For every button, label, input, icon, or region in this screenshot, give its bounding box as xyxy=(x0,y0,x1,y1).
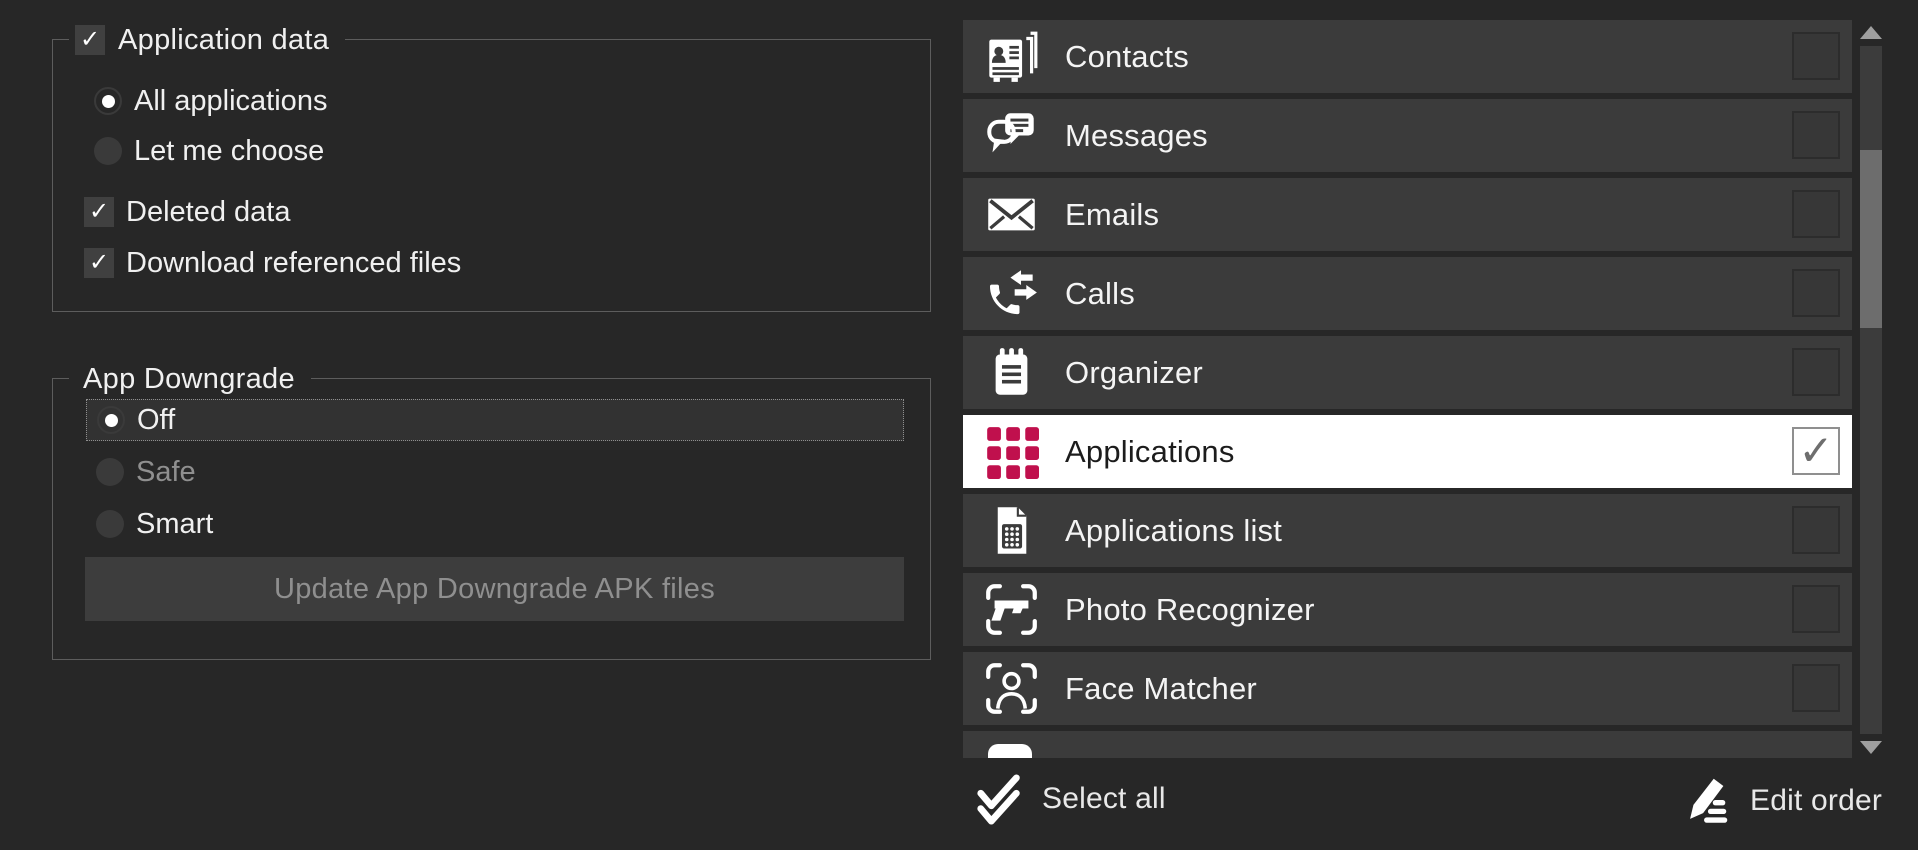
extraction-settings-screen: ✓ Application data All applications Let … xyxy=(0,0,1918,850)
radio-smart-label: Smart xyxy=(136,508,213,541)
select-all-button[interactable]: Select all xyxy=(974,767,1166,831)
list-item-partial[interactable] xyxy=(963,731,1852,758)
applications-icon xyxy=(984,424,1039,479)
list-item-emails[interactable]: Emails xyxy=(963,178,1852,251)
calls-icon xyxy=(984,266,1039,321)
deleted-data-checkbox[interactable]: ✓ xyxy=(84,197,114,227)
radio-let-me-choose[interactable]: Let me choose xyxy=(94,136,324,166)
select-all-label: Select all xyxy=(1042,782,1166,816)
list-item-photo-recognizer[interactable]: Photo Recognizer xyxy=(963,573,1852,646)
check-icon: ✓ xyxy=(89,200,109,224)
radio-all-applications-label: All applications xyxy=(134,85,327,118)
contacts-checkbox[interactable] xyxy=(1792,32,1840,80)
scroll-down-icon[interactable] xyxy=(1860,741,1882,754)
radio-let-me-choose-label: Let me choose xyxy=(134,135,324,168)
messages-checkbox[interactable] xyxy=(1792,111,1840,159)
radio-selected-icon xyxy=(94,87,122,115)
list-item-label: Organizer xyxy=(1065,336,1203,409)
application-data-groupbox: ✓ Application data All applications Let … xyxy=(52,39,931,312)
radio-smart[interactable]: Smart xyxy=(96,509,213,539)
applications-list-icon xyxy=(984,503,1039,558)
update-apk-files-button[interactable]: Update App Downgrade APK files xyxy=(85,557,904,621)
check-icon: ✓ xyxy=(89,251,109,275)
organizer-icon xyxy=(984,345,1039,400)
messages-icon xyxy=(984,108,1039,163)
category-list: Contacts Messages Ema xyxy=(963,0,1852,758)
download-referenced-files-checkbox[interactable]: ✓ xyxy=(84,248,114,278)
edit-order-button[interactable]: Edit order xyxy=(1678,769,1882,833)
applications-list-checkbox[interactable] xyxy=(1792,506,1840,554)
face-matcher-checkbox[interactable] xyxy=(1792,664,1840,712)
contacts-icon xyxy=(984,29,1039,84)
deleted-data-checkbox-row[interactable]: ✓ Deleted data xyxy=(84,197,290,227)
check-icon: ✓ xyxy=(80,28,100,52)
list-item-label: Emails xyxy=(1065,178,1159,251)
check-icon: ✓ xyxy=(1798,427,1833,474)
applications-checkbox[interactable]: ✓ xyxy=(1792,427,1840,475)
application-data-checkbox[interactable]: ✓ xyxy=(75,25,105,55)
footer-bar: Select all Edit order xyxy=(0,758,1918,850)
scrollbar-thumb[interactable] xyxy=(1860,150,1882,328)
download-referenced-files-label: Download referenced files xyxy=(126,247,461,280)
select-all-icon xyxy=(974,770,1026,828)
list-item-face-matcher[interactable]: Face Matcher xyxy=(963,652,1852,725)
radio-safe[interactable]: Safe xyxy=(96,457,196,487)
list-item-label: Calls xyxy=(1065,257,1135,330)
edit-order-icon xyxy=(1678,774,1734,828)
radio-unselected-icon xyxy=(96,458,124,486)
app-downgrade-header: App Downgrade xyxy=(69,362,311,396)
list-item-label: Applications xyxy=(1065,415,1235,488)
radio-selected-icon xyxy=(97,406,125,434)
application-data-header: ✓ Application data xyxy=(69,23,345,57)
scroll-up-icon[interactable] xyxy=(1860,26,1882,39)
list-item-label: Face Matcher xyxy=(1065,652,1257,725)
organizer-checkbox[interactable] xyxy=(1792,348,1840,396)
radio-off-label: Off xyxy=(137,404,175,437)
photo-recognizer-checkbox[interactable] xyxy=(1792,585,1840,633)
radio-safe-label: Safe xyxy=(136,456,196,489)
emails-checkbox[interactable] xyxy=(1792,190,1840,238)
radio-off-row[interactable]: Off xyxy=(86,399,904,441)
calls-checkbox[interactable] xyxy=(1792,269,1840,317)
app-downgrade-title: App Downgrade xyxy=(83,363,295,396)
deleted-data-label: Deleted data xyxy=(126,196,290,229)
edit-order-label: Edit order xyxy=(1750,784,1882,818)
app-downgrade-groupbox: App Downgrade Off Safe Smart Update App … xyxy=(52,378,931,660)
application-data-title: Application data xyxy=(118,24,329,57)
list-item-applications-list[interactable]: Applications list xyxy=(963,494,1852,567)
list-item-label: Contacts xyxy=(1065,20,1189,93)
list-item-contacts[interactable]: Contacts xyxy=(963,20,1852,93)
download-referenced-files-checkbox-row[interactable]: ✓ Download referenced files xyxy=(84,248,461,278)
list-item-applications[interactable]: Applications ✓ xyxy=(963,415,1852,488)
radio-unselected-icon xyxy=(94,137,122,165)
radio-all-applications[interactable]: All applications xyxy=(94,86,327,116)
list-item-messages[interactable]: Messages xyxy=(963,99,1852,172)
radio-unselected-icon xyxy=(96,510,124,538)
list-item-label: Applications list xyxy=(1065,494,1282,567)
list-item-organizer[interactable]: Organizer xyxy=(963,336,1852,409)
emails-icon xyxy=(984,187,1039,242)
photo-recognizer-icon xyxy=(984,582,1039,637)
list-item-calls[interactable]: Calls xyxy=(963,257,1852,330)
list-scrollbar xyxy=(1858,20,1884,760)
partial-item-icon xyxy=(988,744,1032,758)
list-item-label: Messages xyxy=(1065,99,1208,172)
list-item-label: Photo Recognizer xyxy=(1065,573,1315,646)
face-matcher-icon xyxy=(984,661,1039,716)
